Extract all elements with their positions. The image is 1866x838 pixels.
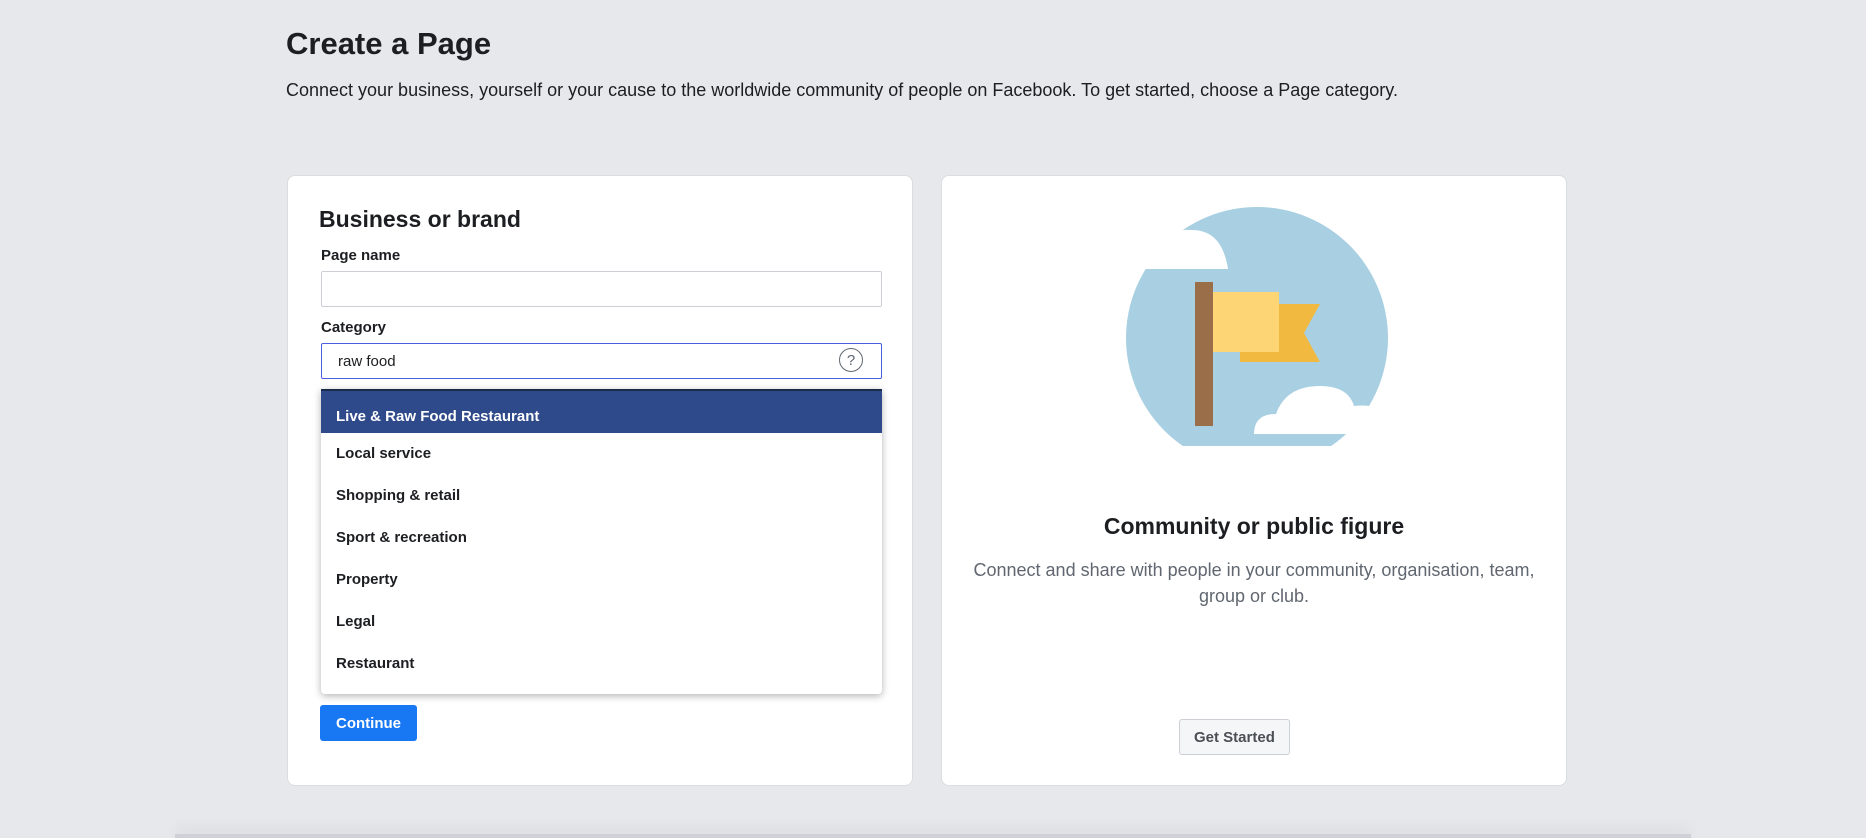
get-started-button[interactable]: Get Started bbox=[1179, 719, 1290, 755]
bottom-bar-edge bbox=[175, 834, 1691, 838]
category-input[interactable] bbox=[321, 343, 882, 379]
page-subtitle: Connect your business, yourself or your … bbox=[286, 80, 1398, 100]
community-card-description: Connect and share with people in your co… bbox=[973, 560, 1535, 606]
community-or-public-figure-card: Community or public figure Connect and s… bbox=[941, 175, 1567, 786]
category-suggestions-dropdown: Live & Raw Food Restaurant Local service… bbox=[321, 389, 882, 694]
page-name-input[interactable] bbox=[321, 271, 882, 307]
question-circle-icon[interactable]: ? bbox=[839, 348, 863, 372]
category-option[interactable]: Live & Raw Food Restaurant bbox=[321, 391, 882, 433]
page-title: Create a Page bbox=[286, 26, 492, 61]
community-card-heading: Community or public figure bbox=[1103, 513, 1405, 539]
category-option[interactable]: Legal bbox=[321, 601, 882, 643]
flag-illustration-icon bbox=[1114, 207, 1392, 446]
business-card-heading: Business or brand bbox=[319, 206, 521, 232]
category-option[interactable]: Sport & recreation bbox=[321, 517, 882, 559]
category-suggestions-list: Live & Raw Food Restaurant Local service… bbox=[321, 391, 882, 685]
category-option[interactable]: Shopping & retail bbox=[321, 475, 882, 517]
page-name-label: Page name bbox=[321, 247, 401, 264]
category-option[interactable]: Local service bbox=[321, 433, 882, 475]
category-option[interactable]: Restaurant bbox=[321, 643, 882, 685]
category-label: Category bbox=[321, 319, 387, 336]
continue-button[interactable]: Continue bbox=[320, 705, 417, 741]
business-or-brand-card: Business or brand Page name Category ? L… bbox=[287, 175, 913, 786]
category-option[interactable]: Property bbox=[321, 559, 882, 601]
